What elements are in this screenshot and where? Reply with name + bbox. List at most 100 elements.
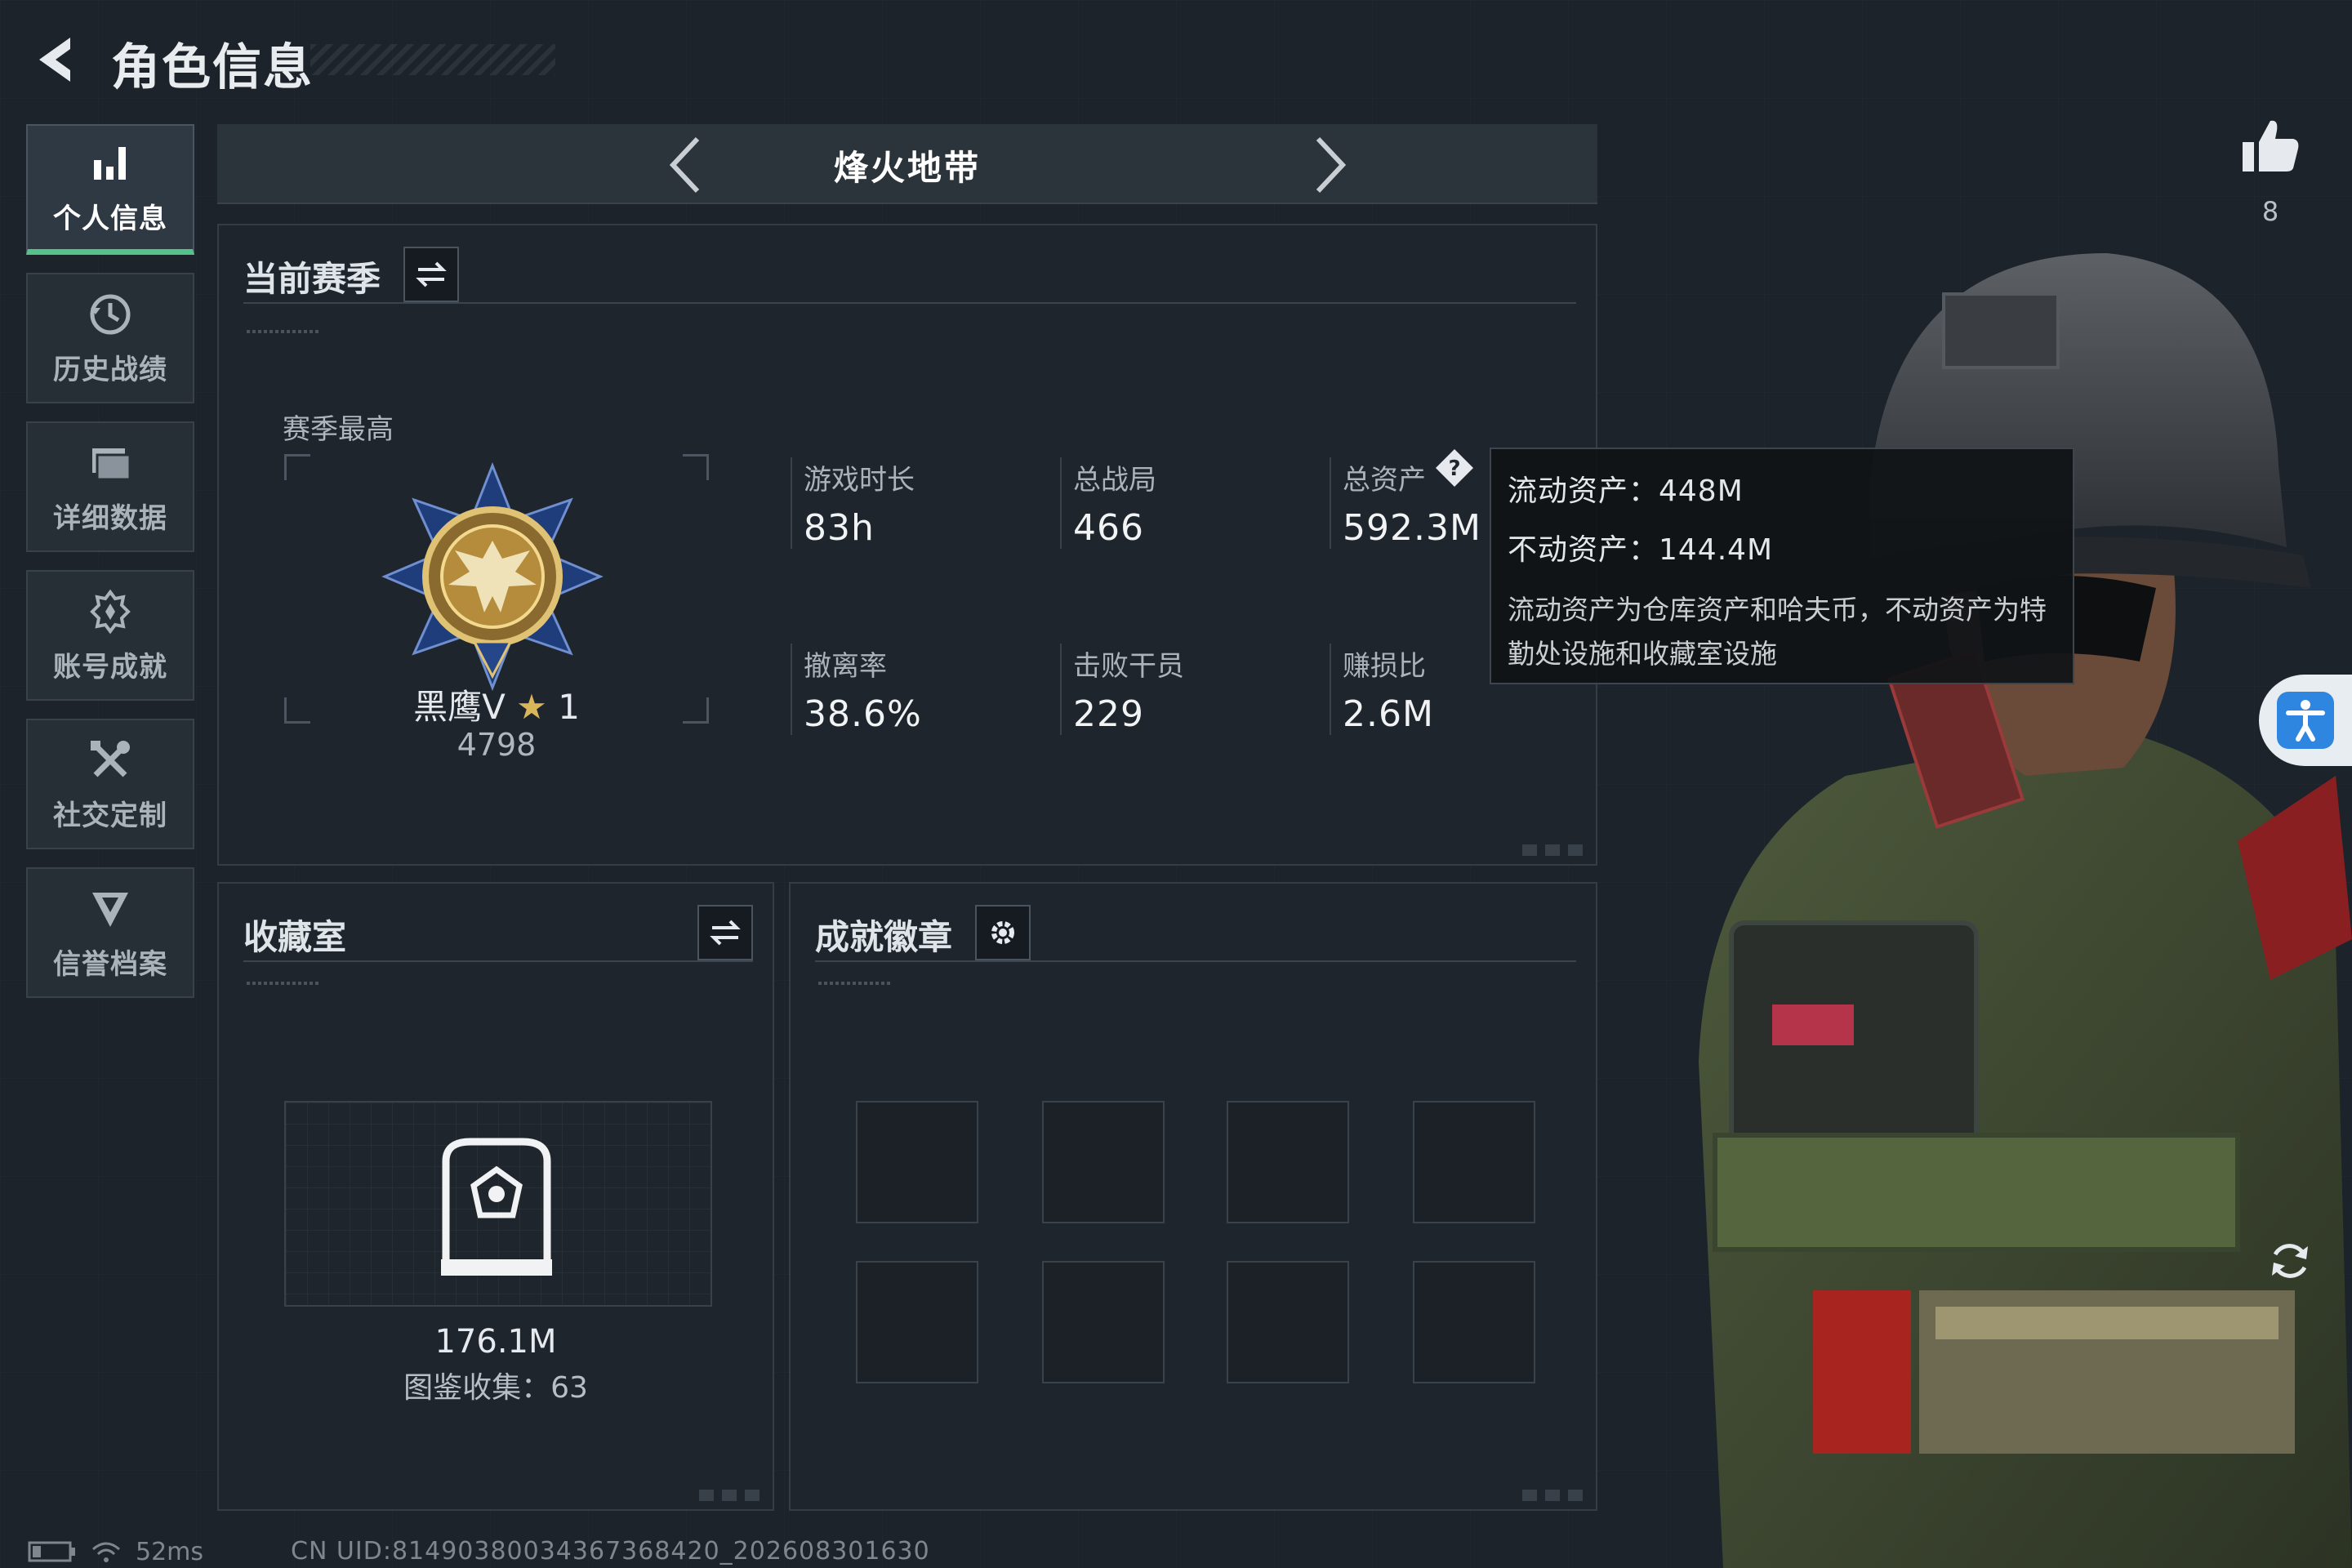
header-decoration bbox=[247, 982, 318, 985]
collection-value: 176.1M bbox=[434, 1323, 557, 1361]
stat-value: 592.3M bbox=[1343, 507, 1481, 549]
nav-item-credit-profile[interactable]: 信誉档案 bbox=[26, 867, 194, 998]
stat-value: 229 bbox=[1073, 693, 1144, 735]
bar-chart-icon bbox=[86, 139, 135, 188]
stat-label: 击败干员 bbox=[1073, 650, 1184, 683]
badge-slot[interactable] bbox=[1413, 1261, 1535, 1383]
panel-corner-decoration bbox=[1522, 1490, 1584, 1501]
mode-selector: 烽火地带 bbox=[217, 124, 1597, 204]
stat-label: 游戏时长 bbox=[804, 464, 915, 497]
character-model[interactable] bbox=[1601, 204, 2352, 1568]
asset-description: 流动资产为仓库资产和哈夫币，不动资产为特勤处设施和收藏室设施 bbox=[1508, 594, 2047, 670]
like-count: 8 bbox=[2261, 196, 2279, 227]
chevron-right-icon bbox=[1316, 136, 1347, 194]
stat-value: 2.6M bbox=[1343, 693, 1434, 735]
stat-play-time: 游戏时长 83h bbox=[791, 457, 915, 549]
season-switch-button[interactable] bbox=[403, 247, 459, 302]
season-best-label: 赛季最高 bbox=[283, 413, 394, 446]
swap-icon bbox=[710, 920, 741, 946]
asset-tooltip: 流动资产：448M 不动资产：144.4M 流动资产为仓库资产和哈夫币，不动资产… bbox=[1490, 448, 2074, 684]
gear-icon bbox=[991, 921, 1014, 944]
stat-value: 466 bbox=[1073, 507, 1144, 549]
nav-label: 信誉档案 bbox=[53, 947, 167, 981]
collection-panel: 收藏室 176.1M 图鉴收集：63 bbox=[217, 882, 774, 1511]
badge-slot[interactable] bbox=[856, 1101, 978, 1223]
battery-icon bbox=[28, 1541, 75, 1562]
thumbs-up-icon bbox=[2243, 120, 2299, 172]
stat-value: 38.6% bbox=[804, 693, 922, 735]
back-arrow-icon bbox=[39, 38, 70, 82]
page-title: 角色信息 bbox=[111, 39, 314, 96]
header-decoration bbox=[818, 982, 890, 985]
nav-item-detailed-data[interactable]: 详细数据 bbox=[26, 421, 194, 552]
rank-stars: 1 bbox=[558, 687, 580, 727]
history-icon bbox=[86, 290, 135, 339]
ping-value: 52ms bbox=[136, 1537, 204, 1566]
nav-label: 历史战绩 bbox=[53, 353, 167, 386]
rank-emblem-icon bbox=[381, 462, 604, 692]
season-title: 当前赛季 bbox=[243, 259, 381, 299]
rank-score: 4798 bbox=[457, 727, 537, 763]
accessibility-button[interactable] bbox=[2259, 675, 2352, 766]
stat-extract-rate: 撤离率 38.6% bbox=[791, 644, 922, 735]
rank-name: 黑鹰V ★ 1 bbox=[317, 679, 676, 729]
collection-count: 图鉴收集：63 bbox=[403, 1371, 588, 1405]
nav-label: 社交定制 bbox=[53, 799, 167, 832]
swap-icon bbox=[416, 261, 447, 287]
nav-label: 账号成就 bbox=[53, 650, 167, 684]
nav-item-social-custom[interactable]: 社交定制 bbox=[26, 719, 194, 849]
badge-slot[interactable] bbox=[1413, 1101, 1535, 1223]
rotate-model-button[interactable] bbox=[2265, 1236, 2314, 1285]
tools-icon bbox=[86, 736, 135, 785]
title-decoration bbox=[310, 44, 555, 75]
nav-item-personal-info[interactable]: 个人信息 bbox=[26, 124, 194, 255]
collection-title: 收藏室 bbox=[243, 917, 347, 957]
credit-shield-icon bbox=[86, 884, 135, 933]
panel-header: 当前赛季 bbox=[243, 245, 1576, 304]
mode-title: 烽火地带 bbox=[833, 148, 981, 188]
panel-header: 成就徽章 bbox=[815, 903, 1576, 962]
stat-label: 赚损比 bbox=[1343, 650, 1426, 683]
user-uid: CN UID:814903800343673684​20_20260830163… bbox=[291, 1537, 930, 1566]
stat-label: 总战局 bbox=[1073, 464, 1156, 497]
collection-showcase-icon bbox=[441, 1138, 552, 1276]
stat-kills: 击败干员 229 bbox=[1060, 644, 1184, 735]
rank-name-text: 黑鹰V bbox=[413, 687, 506, 727]
folder-icon bbox=[86, 439, 135, 488]
achievement-icon bbox=[86, 587, 135, 636]
badge-slot[interactable] bbox=[1042, 1101, 1165, 1223]
panel-corner-decoration bbox=[699, 1490, 761, 1501]
badge-slot[interactable] bbox=[1227, 1101, 1349, 1223]
achievement-badges-panel: 成就徽章 bbox=[789, 882, 1597, 1511]
accessibility-icon bbox=[2277, 692, 2334, 749]
back-button[interactable] bbox=[28, 31, 85, 88]
liquid-assets: 流动资产：448M bbox=[1508, 474, 1744, 508]
nav-item-history[interactable]: 历史战绩 bbox=[26, 273, 194, 403]
star-icon: ★ bbox=[516, 687, 547, 727]
badge-slot[interactable] bbox=[1042, 1261, 1165, 1383]
panel-header: 收藏室 bbox=[243, 903, 753, 962]
fixed-assets: 不动资产：144.4M bbox=[1508, 533, 1774, 567]
current-season-panel: 当前赛季 赛季最高 黑鹰V ★ 1 4798 游戏时长 83h 总战局 466 … bbox=[217, 224, 1597, 866]
refresh-icon bbox=[2272, 1244, 2308, 1278]
svg-text:?: ? bbox=[1448, 457, 1460, 481]
badges-title: 成就徽章 bbox=[815, 917, 953, 957]
wifi-icon bbox=[92, 1542, 120, 1562]
header-decoration bbox=[247, 330, 318, 333]
nav-item-achievements[interactable]: 账号成就 bbox=[26, 570, 194, 701]
badges-settings-button[interactable] bbox=[975, 905, 1031, 960]
help-icon[interactable]: ? bbox=[1434, 448, 1475, 488]
stat-label: 撤离率 bbox=[804, 650, 887, 683]
badge-slot[interactable] bbox=[856, 1261, 978, 1383]
nav-label: 详细数据 bbox=[53, 501, 167, 535]
badge-slot[interactable] bbox=[1227, 1261, 1349, 1383]
nav-label: 个人信息 bbox=[53, 203, 167, 235]
side-nav: 个人信息 历史战绩 详细数据 账号成就 社交定制 信誉档案 bbox=[26, 124, 196, 1016]
like-button[interactable] bbox=[2238, 114, 2303, 180]
panel-corner-decoration bbox=[1522, 844, 1584, 856]
mode-next-button[interactable] bbox=[1295, 132, 1361, 198]
stat-value: 83h bbox=[804, 507, 875, 549]
status-bar: 52ms bbox=[28, 1537, 203, 1566]
collection-switch-button[interactable] bbox=[697, 905, 753, 960]
stat-total-matches: 总战局 466 bbox=[1060, 457, 1156, 549]
